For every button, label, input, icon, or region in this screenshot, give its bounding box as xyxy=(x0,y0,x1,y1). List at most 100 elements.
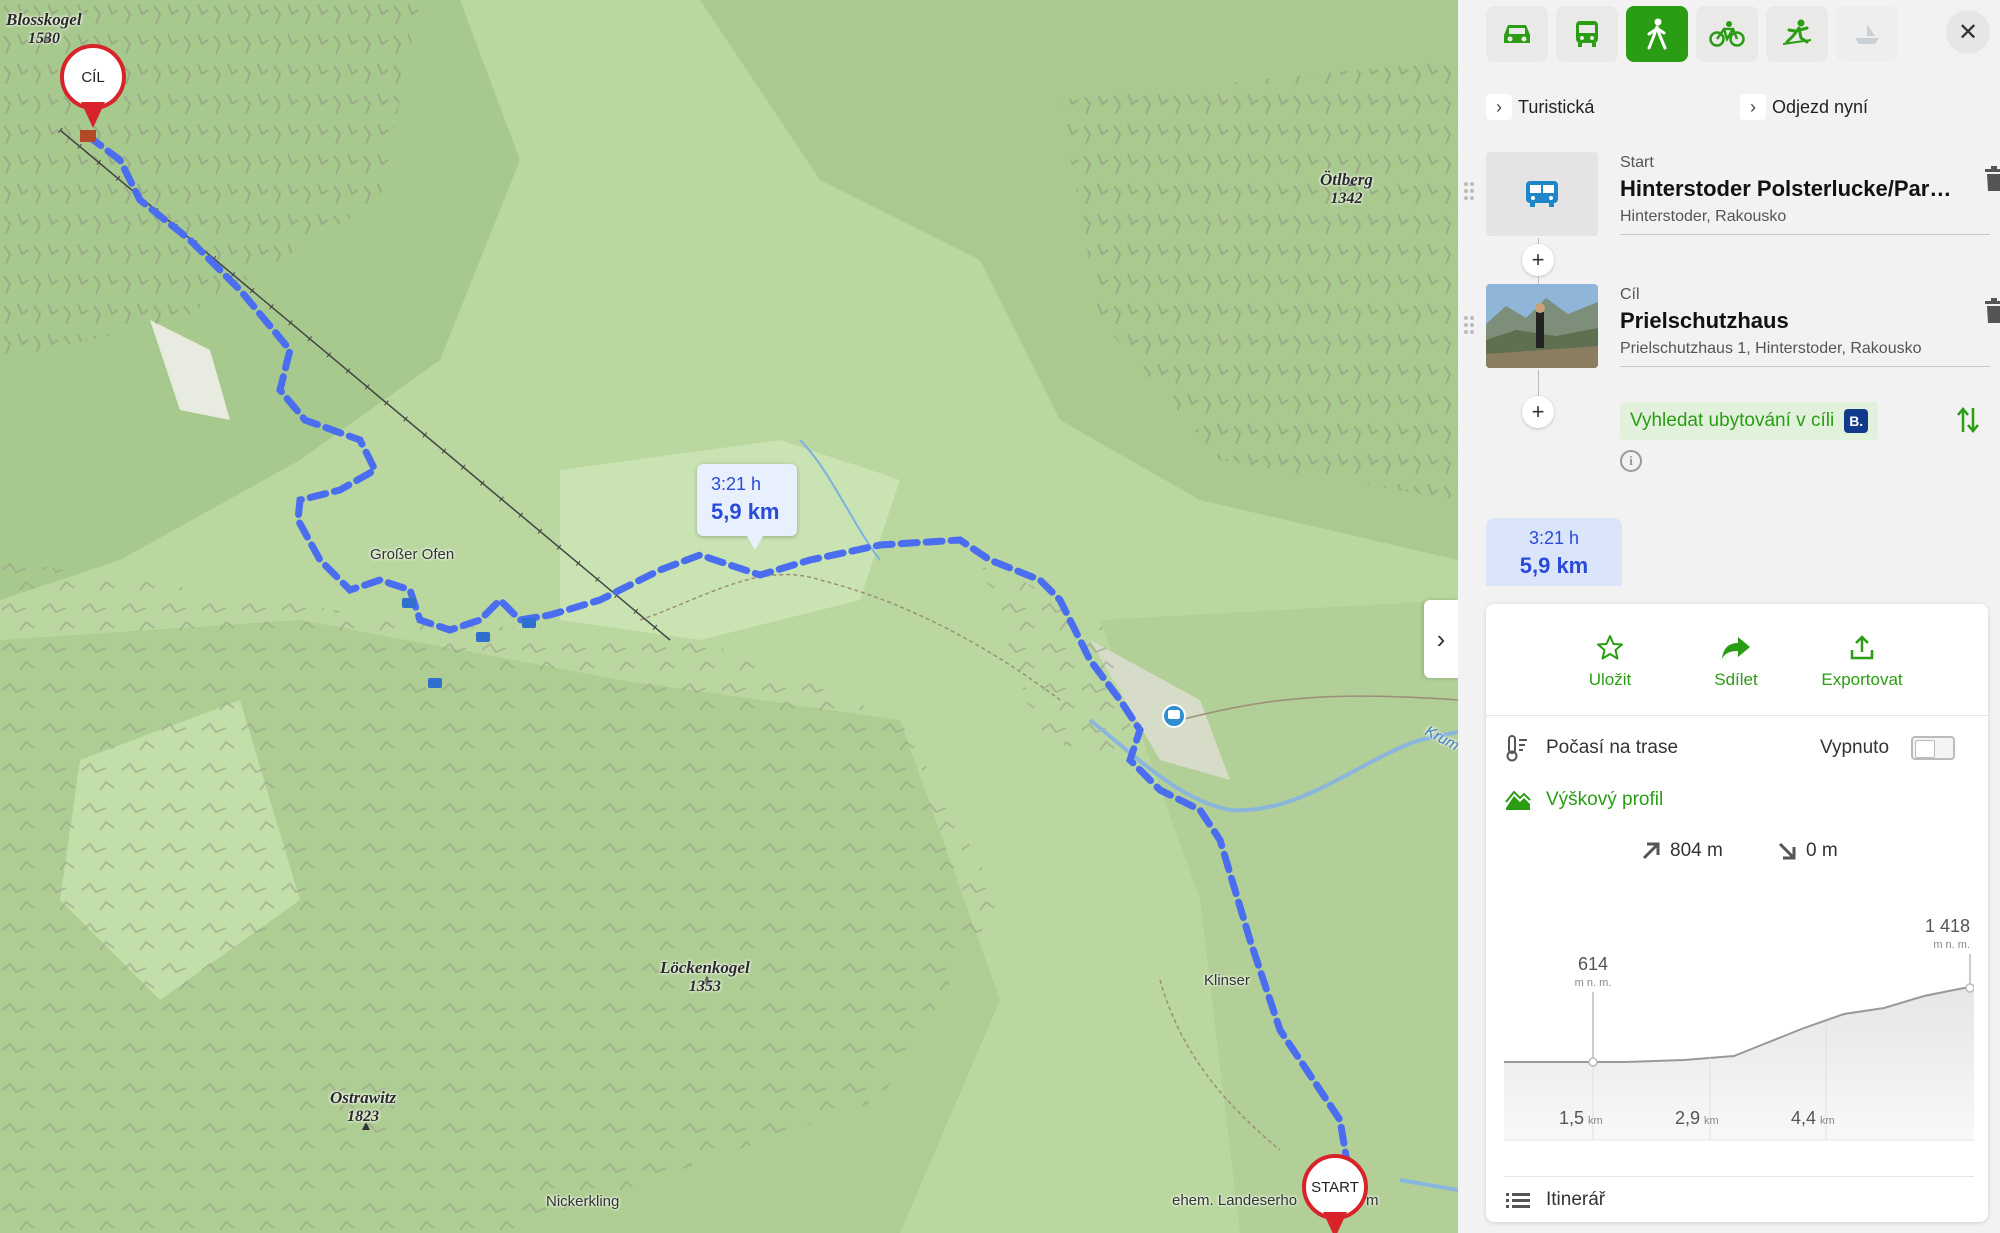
descent-value: 0 m xyxy=(1806,840,1838,861)
mode-bike-button[interactable] xyxy=(1696,6,1758,62)
ascent-value: 804 m xyxy=(1670,840,1723,861)
max-elevation-value: 1 418 xyxy=(1925,916,1970,936)
mountain-photo-image xyxy=(1486,284,1598,368)
route-actions: Uložit Sdílet Exportovat xyxy=(1486,604,1988,716)
search-accommodation-button[interactable]: Vyhledat ubytování v cíli B. xyxy=(1620,402,1879,440)
start-pin[interactable]: START xyxy=(1302,1154,1368,1233)
departure-select[interactable]: › Odjezd nyní xyxy=(1740,94,1868,120)
route-bubble-distance: 5,9 km xyxy=(711,499,780,524)
waypoint-goal-photo xyxy=(1486,284,1598,368)
plus-icon: + xyxy=(1531,399,1545,424)
elevation-profile-chart[interactable]: 614 m n. m. 1 418 m n. m. 1,5 km 2,9 km … xyxy=(1504,884,1974,1176)
thermometer-icon xyxy=(1506,735,1527,762)
route-summary-time: 3:21 h xyxy=(1528,528,1580,548)
swap-icon[interactable] xyxy=(1956,406,1980,434)
transport-modes xyxy=(1486,6,1898,62)
mode-car-button[interactable] xyxy=(1486,6,1548,62)
save-button[interactable]: Uložit xyxy=(1560,632,1660,690)
elevation-profile-row[interactable]: Výškový profil xyxy=(1504,786,1663,814)
waypoint-start-name: Hinterstoder Polsterlucke/Parkplatz xyxy=(1620,176,1960,201)
drag-handle-icon[interactable] xyxy=(1462,314,1476,336)
route-type-label: Turistická xyxy=(1518,96,1595,117)
peak-ostrawitz: Ostrawitz 1823 xyxy=(330,1088,397,1125)
waypoint-goal-name: Prielschutzhaus xyxy=(1620,308,1789,333)
waypoint-goal-label: Cíl xyxy=(1620,286,1640,303)
waypoint-start[interactable]: Start Hinterstoder Polsterlucke/Parkplat… xyxy=(1486,152,2000,242)
list-icon xyxy=(1506,1192,1530,1208)
ascent-stat: 804 m xyxy=(1640,840,1723,862)
itinerary-button[interactable]: Itinerář xyxy=(1504,1176,1974,1222)
weather-toggle[interactable] xyxy=(1911,736,1956,760)
waypoint-start-label: Start xyxy=(1620,154,1654,171)
share-button[interactable]: Sdílet xyxy=(1686,632,1786,690)
ski-icon xyxy=(1782,19,1812,45)
max-elevation-unit: m n. m. xyxy=(1933,939,1970,951)
max-marker-dot xyxy=(1965,983,1974,993)
route-bubble-time: 3:21 h xyxy=(711,474,762,494)
close-panel-button[interactable]: ✕ xyxy=(1946,10,1990,54)
add-waypoint-button[interactable]: + xyxy=(1522,396,1554,428)
goal-pin-tip xyxy=(81,102,105,128)
drag-handle-icon[interactable] xyxy=(1462,180,1476,202)
trash-icon[interactable] xyxy=(1984,166,2000,192)
distance-tick-unit: km xyxy=(1588,1115,1603,1127)
save-label: Uložit xyxy=(1588,670,1632,689)
mode-boat-button[interactable] xyxy=(1836,6,1898,62)
divider xyxy=(1620,366,1990,367)
start-pin-label: START xyxy=(1302,1154,1368,1220)
export-label: Exportovat xyxy=(1821,670,1903,689)
car-icon xyxy=(1504,25,1530,43)
map-terrain xyxy=(0,0,1458,1233)
trash-icon[interactable] xyxy=(1984,298,2000,324)
distance-tick-unit: km xyxy=(1820,1115,1835,1127)
distance-tick-value: 2,9 xyxy=(1675,1108,1700,1128)
arrow-up-right-icon xyxy=(1642,842,1660,860)
min-marker-dot xyxy=(1588,1057,1598,1067)
elevation-profile-label: Výškový profil xyxy=(1546,789,1664,810)
distance-tick-unit: km xyxy=(1704,1115,1719,1127)
descent-stat: 0 m xyxy=(1776,840,1838,862)
route-type-select[interactable]: › Turistická xyxy=(1486,94,1594,120)
waypoint-goal[interactable]: Cíl Prielschutzhaus Prielschutzhaus 1, H… xyxy=(1486,284,2000,374)
place-grosser-ofen: Großer Ofen xyxy=(370,546,455,563)
arrow-down-right-icon xyxy=(1778,842,1796,860)
min-elevation-value: 614 xyxy=(1578,954,1608,974)
connector-line xyxy=(1538,370,1539,398)
place-nickerkling: Nickerkling xyxy=(546,1193,620,1210)
bike-icon xyxy=(1709,21,1745,47)
mode-bus-button[interactable] xyxy=(1556,6,1618,62)
mode-walk-button[interactable] xyxy=(1626,6,1688,62)
close-icon: ✕ xyxy=(1957,18,1979,46)
chevron-right-icon: › xyxy=(1436,623,1446,654)
search-accommodation-label: Vyhledat ubytování v cíli xyxy=(1630,410,1835,431)
add-waypoint-button[interactable]: + xyxy=(1522,244,1554,276)
info-icon[interactable]: i xyxy=(1620,450,1642,472)
boat-icon xyxy=(1855,24,1879,44)
route-summary-distance: 5,9 km xyxy=(1519,553,1589,578)
collapse-panel-button[interactable]: › xyxy=(1424,600,1458,678)
departure-label: Odjezd nyní xyxy=(1772,96,1869,117)
peak-otlberg: Ötlberg 1342 xyxy=(1320,170,1373,207)
peak-lockenkogel: Löckenkogel 1353 xyxy=(660,958,750,995)
route-summary-bubble[interactable]: 3:21 h 5,9 km xyxy=(697,464,797,550)
map[interactable]: Blosskogel 1530 Ötlberg 1342 Löckenkogel… xyxy=(0,0,1458,1233)
goal-pin-label: CÍL xyxy=(60,44,126,110)
star-icon xyxy=(1597,635,1623,660)
route-summary-tab[interactable]: 3:21 h 5,9 km xyxy=(1486,518,1622,586)
booking-logo-icon: B. xyxy=(1844,409,1869,433)
distance-tick-value: 4,4 xyxy=(1791,1108,1816,1128)
mode-ski-button[interactable] xyxy=(1766,6,1828,62)
share-label: Sdílet xyxy=(1714,670,1758,689)
chevron-right-icon: › xyxy=(1740,94,1766,120)
waypoint-start-address: Hinterstoder, Rakousko xyxy=(1620,208,1787,225)
bus-stop-icon xyxy=(1526,181,1558,207)
goal-pin[interactable]: CÍL xyxy=(60,44,126,134)
peak-blosskogel: Blosskogel 1530 xyxy=(6,10,82,47)
export-icon xyxy=(1850,635,1874,660)
export-button[interactable]: Exportovat xyxy=(1812,632,1912,690)
waypoint-goal-address: Prielschutzhaus 1, Hinterstoder, Rakousk… xyxy=(1620,340,1922,357)
route-panel: ✕ › Turistická › Odjezd nyní Start Hinte… xyxy=(1458,0,2000,1233)
waypoint-start-thumbnail xyxy=(1486,152,1598,236)
itinerary-label: Itinerář xyxy=(1546,1188,1606,1210)
divider xyxy=(1620,234,1990,235)
